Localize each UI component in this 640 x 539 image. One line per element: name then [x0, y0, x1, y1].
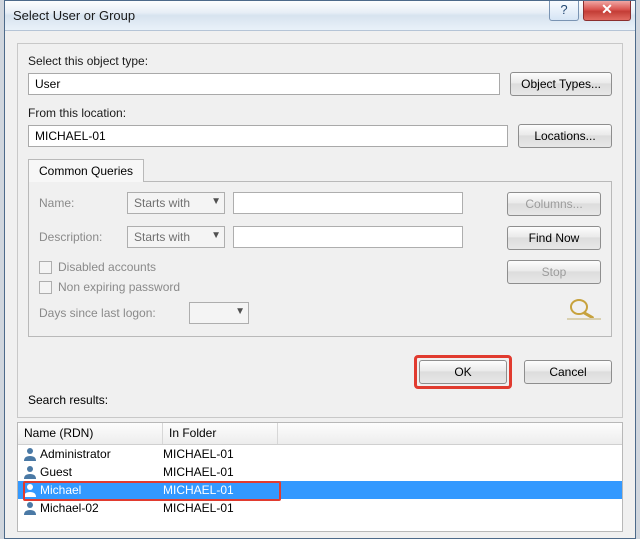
titlebar: Select User or Group ? ✕ — [5, 1, 635, 31]
tab-common-queries[interactable]: Common Queries — [28, 159, 144, 182]
column-name[interactable]: Name (RDN) — [18, 423, 163, 444]
column-spacer — [278, 423, 622, 444]
checkbox-box-icon — [39, 281, 52, 294]
name-filter-row: Name: ▼ — [39, 192, 487, 214]
user-icon — [22, 482, 38, 498]
queries-tabbox: Common Queries Name: ▼ — [28, 158, 612, 337]
search-results-label: Search results: — [28, 393, 612, 407]
disabled-accounts-label: Disabled accounts — [58, 260, 156, 274]
object-type-input[interactable] — [28, 73, 500, 95]
main-fieldset: Select this object type: Object Types...… — [17, 43, 623, 418]
location-input[interactable] — [28, 125, 508, 147]
user-icon — [22, 446, 38, 462]
description-filter-input[interactable] — [233, 226, 463, 248]
ok-highlight: OK — [414, 355, 512, 389]
dialog-buttons: OK Cancel — [28, 355, 612, 389]
client-area: Select this object type: Object Types...… — [5, 31, 635, 538]
results-header[interactable]: Name (RDN) In Folder — [18, 423, 622, 445]
result-row[interactable]: MichaelMICHAEL-01 — [18, 481, 622, 499]
name-mode-input[interactable] — [127, 192, 225, 214]
name-mode-combo[interactable]: ▼ — [127, 192, 225, 214]
stop-button[interactable]: Stop — [507, 260, 601, 284]
days-since-logon-combo[interactable]: ▼ — [189, 302, 249, 324]
result-folder: MICHAEL-01 — [163, 483, 343, 497]
results-list[interactable]: Name (RDN) In Folder AdministratorMICHAE… — [17, 422, 623, 532]
help-button[interactable]: ? — [549, 1, 579, 21]
titlebar-controls: ? ✕ — [549, 1, 635, 30]
find-now-button[interactable]: Find Now — [507, 226, 601, 250]
days-since-logon-row: Days since last logon: ▼ — [39, 302, 487, 324]
location-label: From this location: — [28, 106, 612, 120]
locations-button[interactable]: Locations... — [518, 124, 612, 148]
description-filter-label: Description: — [39, 230, 119, 244]
result-row[interactable]: GuestMICHAEL-01 — [18, 463, 622, 481]
user-icon — [22, 500, 38, 516]
columns-button[interactable]: Columns... — [507, 192, 601, 216]
days-since-logon-input[interactable] — [189, 302, 249, 324]
result-name: Guest — [40, 465, 163, 479]
days-since-logon-label: Days since last logon: — [39, 306, 179, 320]
result-row[interactable]: Michael-02MICHAEL-01 — [18, 499, 622, 517]
disabled-accounts-checkbox[interactable]: Disabled accounts — [39, 260, 487, 274]
select-user-window: Select User or Group ? ✕ Select this obj… — [4, 0, 636, 539]
result-row[interactable]: AdministratorMICHAEL-01 — [18, 445, 622, 463]
result-rows: AdministratorMICHAEL-01GuestMICHAEL-01Mi… — [18, 445, 622, 517]
column-folder[interactable]: In Folder — [163, 423, 278, 444]
description-filter-row: Description: ▼ — [39, 226, 487, 248]
object-types-button[interactable]: Object Types... — [510, 72, 612, 96]
close-button[interactable]: ✕ — [583, 1, 631, 21]
result-folder: MICHAEL-01 — [163, 465, 343, 479]
window-title: Select User or Group — [13, 8, 135, 23]
result-name: Michael — [40, 483, 163, 497]
description-mode-input[interactable] — [127, 226, 225, 248]
checkbox-box-icon — [39, 261, 52, 274]
name-filter-input[interactable] — [233, 192, 463, 214]
queries-tabpanel: Name: ▼ Description: — [28, 181, 612, 337]
object-type-label: Select this object type: — [28, 54, 612, 68]
nonexpiring-password-label: Non expiring password — [58, 280, 180, 294]
name-filter-label: Name: — [39, 196, 119, 210]
nonexpiring-password-checkbox[interactable]: Non expiring password — [39, 280, 487, 294]
result-folder: MICHAEL-01 — [163, 447, 343, 461]
result-name: Michael-02 — [40, 501, 163, 515]
result-name: Administrator — [40, 447, 163, 461]
description-mode-combo[interactable]: ▼ — [127, 226, 225, 248]
user-icon — [22, 464, 38, 480]
cancel-button[interactable]: Cancel — [524, 360, 612, 384]
ok-button[interactable]: OK — [419, 360, 507, 384]
result-folder: MICHAEL-01 — [163, 501, 343, 515]
search-icon — [567, 297, 601, 324]
